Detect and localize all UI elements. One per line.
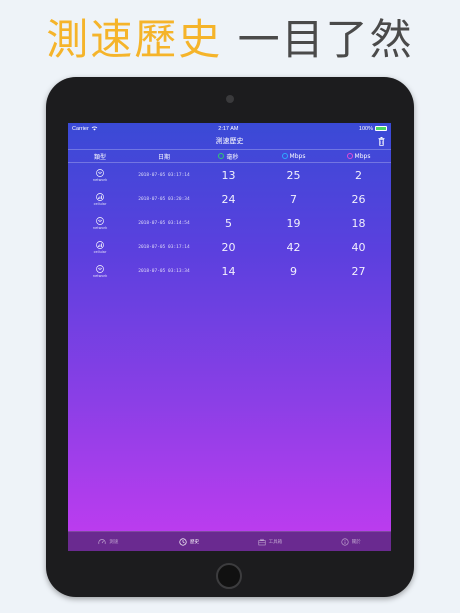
date-cell: 2018-07-05 03:20:34: [138, 196, 190, 202]
toolbox-icon: [258, 538, 266, 545]
tab-bar: 測速 歷史 工具箱 關於: [68, 531, 391, 551]
upload-cell: 26: [351, 192, 366, 206]
table-row[interactable]: network 2018-07-05 03:14:54 5 19 18: [68, 211, 391, 235]
download-cell: 19: [286, 216, 301, 230]
download-cell: 25: [286, 168, 301, 182]
carrier-label: Carrier: [72, 125, 89, 132]
tab-about-label: 關於: [351, 539, 361, 545]
date-cell: 2018-07-05 03:14:54: [138, 220, 190, 226]
upload-cell: 27: [351, 264, 366, 278]
table-row[interactable]: network 2018-07-05 03:13:34 14 9 27: [68, 259, 391, 283]
trash-icon[interactable]: [378, 137, 385, 146]
home-button[interactable]: [216, 563, 242, 589]
status-bar: Carrier 2:17 AM 100%: [68, 123, 391, 134]
ping-cell: 5: [225, 216, 232, 230]
table-row[interactable]: cellular 2018-07-05 03:17:14 20 42 40: [68, 235, 391, 259]
connection-type-cell: network: [68, 216, 132, 230]
ping-cell: 24: [221, 192, 236, 206]
ping-cell: 20: [221, 240, 236, 254]
tab-history[interactable]: 歷史: [149, 537, 230, 546]
tab-speedtest-label: 測速: [109, 539, 119, 545]
speedometer-icon: [98, 538, 106, 544]
upload-cell: 2: [355, 168, 362, 182]
header-upload-label: Mbps: [354, 152, 371, 160]
date-cell: 2018-07-05 03:17:14: [138, 244, 190, 250]
history-list: network 2018-07-05 03:17:14 13 25 2 cell…: [68, 163, 391, 283]
app-screen: Carrier 2:17 AM 100% 測速歷史 類型 日期 毫秒 Mbps …: [68, 123, 391, 551]
battery-percent: 100%: [358, 125, 373, 132]
connection-type-cell: cellular: [68, 240, 132, 254]
ping-cell: 14: [221, 264, 236, 278]
upload-icon: [346, 153, 353, 159]
ping-cell: 13: [221, 168, 236, 182]
clock-time: 2:17 AM: [218, 125, 239, 132]
header-date[interactable]: 日期: [132, 152, 196, 161]
header-ping[interactable]: 毫秒: [196, 152, 261, 161]
date-cell: 2018-07-05 03:13:34: [138, 268, 190, 274]
connection-label: network: [92, 273, 108, 278]
front-camera: [226, 95, 234, 103]
tablet-frame: Carrier 2:17 AM 100% 測速歷史 類型 日期 毫秒 Mbps …: [46, 77, 414, 597]
table-row[interactable]: cellular 2018-07-05 03:20:34 24 7 26: [68, 187, 391, 211]
connection-label: cellular: [93, 249, 107, 254]
wifi-icon: [96, 168, 104, 177]
connection-label: network: [92, 177, 108, 182]
tab-about[interactable]: 關於: [310, 537, 391, 546]
date-cell: 2018-07-05 03:17:14: [138, 172, 190, 178]
connection-type-cell: network: [68, 264, 132, 278]
connection-label: network: [92, 225, 108, 230]
tab-history-label: 歷史: [190, 539, 200, 545]
download-cell: 42: [286, 240, 301, 254]
download-icon: [281, 153, 288, 159]
header-upload[interactable]: Mbps: [326, 153, 391, 160]
cellular-icon: [96, 240, 104, 249]
table-header: 類型 日期 毫秒 Mbps Mbps: [68, 149, 391, 163]
upload-cell: 40: [351, 240, 366, 254]
connection-type-cell: network: [68, 168, 132, 182]
tab-toolbox[interactable]: 工具箱: [230, 538, 311, 546]
header-download[interactable]: Mbps: [261, 153, 326, 160]
wifi-icon: [96, 264, 104, 273]
header-ping-label: 毫秒: [226, 153, 239, 161]
download-cell: 7: [290, 192, 297, 206]
battery-icon: [374, 126, 387, 131]
upload-cell: 18: [351, 216, 366, 230]
cellular-icon: [96, 192, 104, 201]
header-download-label: Mbps: [289, 152, 306, 160]
clock-icon: [179, 537, 187, 546]
info-icon: [341, 537, 349, 546]
header-type[interactable]: 類型: [68, 152, 132, 161]
connection-label: cellular: [93, 201, 107, 206]
connection-type-cell: cellular: [68, 192, 132, 206]
tab-speedtest[interactable]: 測速: [68, 538, 149, 546]
headline-rest: 一目了然: [237, 15, 414, 64]
navigation-bar: 測速歷史: [68, 134, 391, 149]
table-row[interactable]: network 2018-07-05 03:17:14 13 25 2: [68, 163, 391, 187]
wifi-status-icon: [91, 126, 98, 131]
tab-toolbox-label: 工具箱: [268, 539, 283, 545]
headline-highlight: 測速歷史: [46, 15, 223, 64]
ping-icon: [218, 153, 225, 159]
wifi-icon: [96, 216, 104, 225]
download-cell: 9: [290, 264, 297, 278]
page-title: 測速歷史: [215, 137, 244, 145]
promo-headline: 測速歷史 一目了然: [0, 12, 460, 68]
